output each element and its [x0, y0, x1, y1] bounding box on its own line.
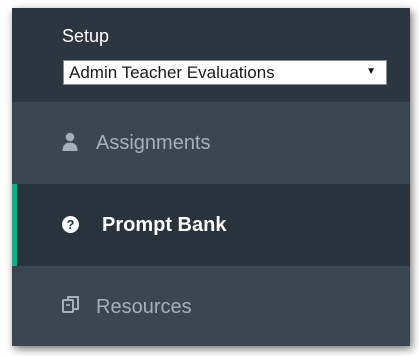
dropdown-arrow-icon[interactable]: ▼ — [366, 65, 376, 79]
question-mark-glyph: ? — [62, 216, 79, 233]
copy-icon — [61, 295, 85, 319]
evaluation-select[interactable]: Admin Teacher Evaluations ▼ — [63, 60, 387, 85]
nav-item-resources[interactable]: Resources — [12, 266, 410, 346]
nav-item-prompt-bank[interactable]: ? Prompt Bank — [12, 184, 410, 266]
nav-item-label: Resources — [96, 296, 192, 318]
nav-item-assignments[interactable]: Assignments — [12, 102, 410, 184]
setup-label: Setup — [62, 26, 110, 46]
evaluation-select-value: Admin Teacher Evaluations — [69, 63, 275, 82]
sidebar-panel: Setup Admin Teacher Evaluations ▼ Assign… — [12, 8, 410, 346]
setup-section: Setup Admin Teacher Evaluations ▼ — [12, 8, 410, 102]
question-circle-icon: ? — [61, 213, 85, 237]
user-icon — [61, 131, 85, 155]
nav-item-label: Prompt Bank — [102, 214, 227, 236]
nav-item-label: Assignments — [96, 132, 211, 154]
active-indicator — [12, 184, 17, 266]
